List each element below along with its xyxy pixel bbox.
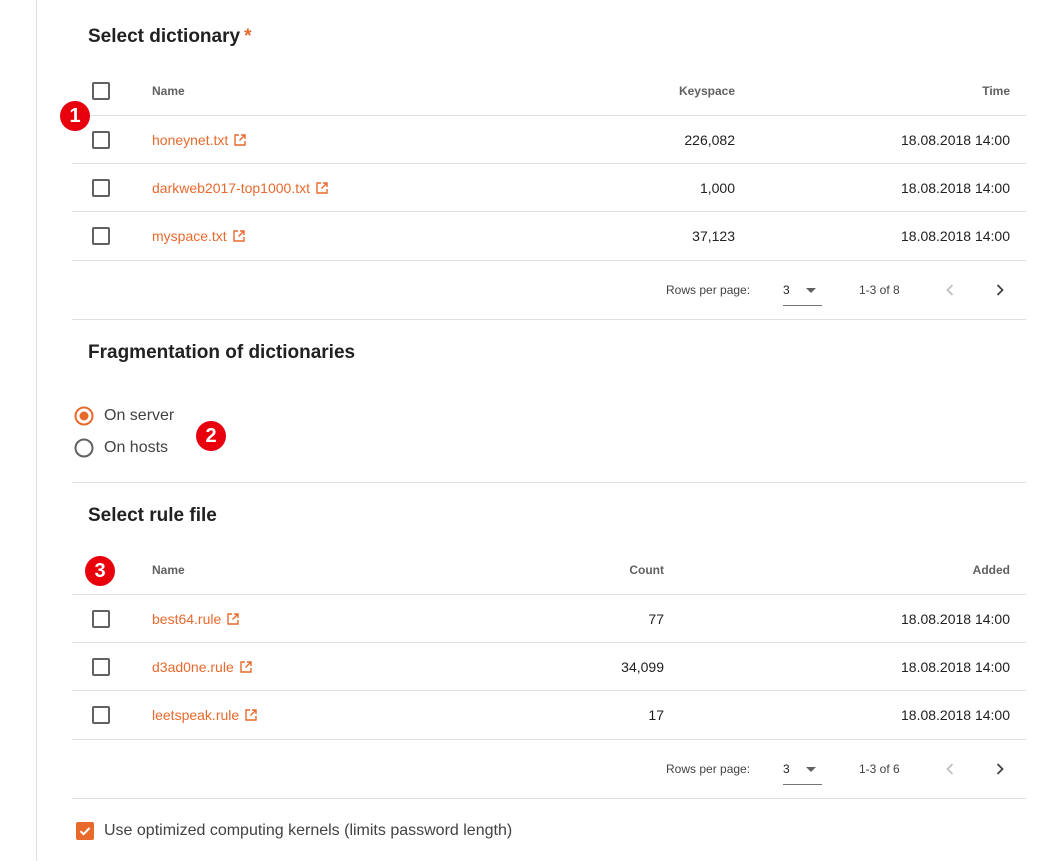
open-in-new-icon[interactable] (233, 230, 245, 242)
rule-link[interactable]: best64.rule (152, 611, 221, 627)
optimized-kernels-checkbox[interactable] (76, 822, 94, 840)
dictionary-table-header: Name Keyspace Time (72, 67, 1026, 115)
previous-page-button[interactable] (938, 278, 962, 302)
caret-down-icon (806, 288, 816, 293)
added-cell: 18.08.2018 14:00 (901, 611, 1010, 627)
rows-per-page-value: 3 (783, 762, 790, 776)
dictionary-link[interactable]: darkweb2017-top1000.txt (152, 180, 310, 196)
radio-label-on-hosts[interactable]: On hosts (104, 438, 168, 458)
open-in-new-icon[interactable] (316, 182, 328, 194)
callout-badge-1: 1 (60, 101, 90, 131)
rule-table-header: Name Count Added (72, 546, 1026, 594)
dictionary-name-cell: myspace.txt (152, 212, 245, 260)
callout-badge-2: 2 (196, 421, 226, 451)
chevron-right-icon (996, 763, 1004, 775)
required-mark: * (244, 26, 252, 47)
radio-unchecked-icon (74, 438, 94, 458)
table-row[interactable]: darkweb2017-top1000.txt 1,000 18.08.2018… (72, 163, 1026, 212)
open-in-new-icon[interactable] (234, 134, 246, 146)
rows-per-page-label: Rows per page: (666, 762, 751, 776)
row-checkbox[interactable] (92, 706, 110, 724)
chevron-right-icon (996, 284, 1004, 296)
next-page-button[interactable] (988, 757, 1012, 781)
table-row[interactable]: honeynet.txt 226,082 18.08.2018 14:00 (72, 115, 1026, 164)
open-in-new-icon[interactable] (245, 709, 257, 721)
row-checkbox[interactable] (92, 179, 110, 197)
row-checkbox[interactable] (92, 131, 110, 149)
rows-per-page-value: 3 (783, 283, 790, 297)
column-header-added[interactable]: Added (852, 546, 1010, 594)
rows-per-page-select[interactable]: 3 (783, 754, 822, 785)
rule-link[interactable]: d3ad0ne.rule (152, 659, 234, 675)
count-cell: 34,099 (621, 659, 664, 675)
column-header-keyspace[interactable]: Keyspace (592, 67, 735, 115)
row-checkbox[interactable] (92, 227, 110, 245)
previous-page-button[interactable] (938, 757, 962, 781)
dictionary-section-title: Select dictionary * (88, 26, 251, 48)
dictionary-link[interactable]: myspace.txt (152, 228, 227, 244)
rule-table-pagination: Rows per page: 3 1-3 of 6 (72, 739, 1026, 799)
open-in-new-icon[interactable] (240, 661, 252, 673)
dictionary-name-cell: honeynet.txt (152, 116, 246, 164)
sidebar-divider (36, 0, 37, 861)
table-row[interactable]: leetspeak.rule 17 18.08.2018 14:00 (72, 690, 1026, 739)
pagination-range: 1-3 of 6 (859, 762, 900, 776)
dictionary-link[interactable]: honeynet.txt (152, 132, 228, 148)
added-cell: 18.08.2018 14:00 (901, 707, 1010, 723)
select-all-dictionaries-checkbox[interactable] (92, 82, 110, 100)
column-header-count[interactable]: Count (522, 546, 664, 594)
callout-badge-3: 3 (85, 556, 115, 586)
keyspace-cell: 37,123 (692, 228, 735, 244)
checkmark-icon (79, 827, 91, 836)
column-header-time[interactable]: Time (852, 67, 1010, 115)
column-header-name[interactable]: Name (152, 67, 185, 115)
dictionary-title-text: Select dictionary (88, 26, 241, 47)
rows-per-page-select[interactable]: 3 (783, 275, 822, 306)
radio-checked-icon (74, 406, 94, 426)
row-checkbox[interactable] (92, 658, 110, 676)
rule-name-cell: d3ad0ne.rule (152, 643, 252, 691)
row-checkbox[interactable] (92, 610, 110, 628)
next-page-button[interactable] (988, 278, 1012, 302)
fragmentation-section-title: Fragmentation of dictionaries (88, 342, 356, 363)
radio-label-on-server[interactable]: On server (104, 406, 174, 426)
radio-on-server[interactable] (74, 406, 94, 426)
table-row[interactable]: best64.rule 77 18.08.2018 14:00 (72, 594, 1026, 643)
rule-name-cell: leetspeak.rule (152, 691, 257, 739)
rule-link[interactable]: leetspeak.rule (152, 707, 239, 723)
dictionary-table-pagination: Rows per page: 3 1-3 of 8 (72, 260, 1026, 320)
pagination-range: 1-3 of 8 (859, 283, 900, 297)
keyspace-cell: 226,082 (684, 132, 735, 148)
rule-section-title: Select rule file (88, 505, 217, 526)
column-header-name[interactable]: Name (152, 546, 185, 594)
time-cell: 18.08.2018 14:00 (901, 132, 1010, 148)
optimized-kernels-label[interactable]: Use optimized computing kernels (limits … (104, 821, 512, 841)
count-cell: 77 (648, 611, 664, 627)
caret-down-icon (806, 767, 816, 772)
rule-name-cell: best64.rule (152, 595, 239, 643)
rows-per-page-label: Rows per page: (666, 283, 751, 297)
section-divider (72, 482, 1026, 483)
added-cell: 18.08.2018 14:00 (901, 659, 1010, 675)
count-cell: 17 (648, 707, 664, 723)
table-row[interactable]: d3ad0ne.rule 34,099 18.08.2018 14:00 (72, 642, 1026, 691)
keyspace-cell: 1,000 (699, 180, 735, 196)
table-row[interactable]: myspace.txt 37,123 18.08.2018 14:00 (72, 211, 1026, 260)
chevron-left-icon (946, 284, 954, 296)
time-cell: 18.08.2018 14:00 (901, 228, 1010, 244)
time-cell: 18.08.2018 14:00 (901, 180, 1010, 196)
chevron-left-icon (946, 763, 954, 775)
dictionary-name-cell: darkweb2017-top1000.txt (152, 164, 328, 212)
open-in-new-icon[interactable] (227, 613, 239, 625)
radio-on-hosts[interactable] (74, 438, 94, 458)
